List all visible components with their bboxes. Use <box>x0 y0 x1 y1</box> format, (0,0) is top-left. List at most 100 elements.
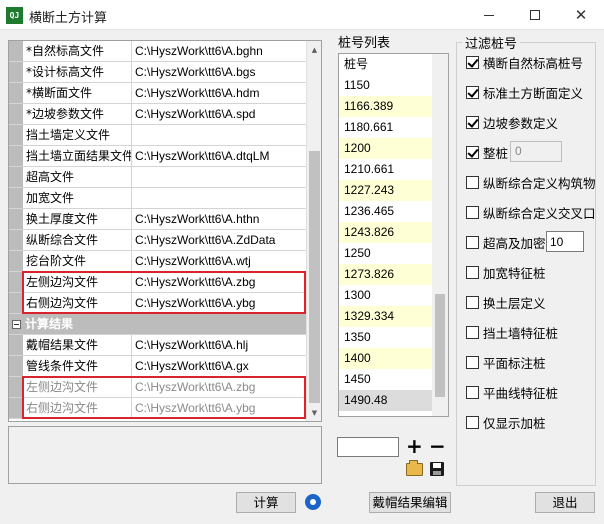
scroll-thumb[interactable] <box>309 151 320 403</box>
filter-option[interactable]: 横断自然标高桩号 <box>466 53 583 71</box>
filter-option[interactable]: 超高及加密 <box>466 233 546 251</box>
station-item[interactable]: 1490.48 <box>339 390 432 411</box>
station-item[interactable]: 1166.389 <box>339 96 432 117</box>
scroll-up-icon[interactable]: ▲ <box>307 41 321 58</box>
checkbox[interactable] <box>466 355 479 369</box>
collapse-icon[interactable] <box>12 320 21 329</box>
scroll-down-icon[interactable]: ▼ <box>307 404 321 421</box>
filter-option[interactable]: 整桩 <box>466 143 508 161</box>
station-input[interactable] <box>337 437 399 457</box>
open-folder-icon[interactable] <box>406 460 423 476</box>
property-value[interactable]: C:\HyszWork\tt6\A.ybg <box>132 398 306 418</box>
station-item[interactable]: 1300 <box>339 285 432 306</box>
filter-option[interactable]: 挡土墙特征桩 <box>466 323 558 341</box>
category-row-results[interactable]: 计算结果 <box>9 314 306 335</box>
station-item[interactable]: 1200 <box>339 138 432 159</box>
property-value[interactable]: C:\HyszWork\tt6\A.gx <box>132 356 306 376</box>
grid-scrollbar[interactable]: ▲ ▼ <box>306 41 321 421</box>
property-row[interactable]: 纵断综合文件 C:\HyszWork\tt6\A.ZdData <box>9 230 306 251</box>
station-item[interactable]: 1210.661 <box>339 159 432 180</box>
property-row[interactable]: *自然标高文件 C:\HyszWork\tt6\A.bghn <box>9 41 306 62</box>
filter-option[interactable]: 仅显示加桩 <box>466 413 546 431</box>
filter-option[interactable]: 标准土方断面定义 <box>466 83 583 101</box>
checkbox[interactable] <box>466 55 479 69</box>
property-row[interactable]: 加宽文件 <box>9 188 306 209</box>
exit-button[interactable]: 退出 <box>535 492 595 513</box>
property-row[interactable]: *边坡参数文件 C:\HyszWork\tt6\A.spd <box>9 104 306 125</box>
property-value[interactable] <box>132 167 306 187</box>
property-value[interactable]: C:\HyszWork\tt6\A.ybg <box>132 293 306 313</box>
property-value[interactable]: C:\HyszWork\tt6\A.hthn <box>132 209 306 229</box>
property-row[interactable]: 右侧边沟文件 C:\HyszWork\tt6\A.ybg <box>9 398 306 419</box>
property-row[interactable]: 超高文件 <box>9 167 306 188</box>
property-row[interactable]: 挖台阶文件 C:\HyszWork\tt6\A.wtj <box>9 251 306 272</box>
station-list[interactable]: 桩号 1150 1166.389 1180.661 1200 1210.661 1227.2… <box>338 53 449 417</box>
property-value[interactable]: C:\HyszWork\tt6\A.ZdData <box>132 230 306 250</box>
filter-option[interactable]: 平曲线特征桩 <box>466 383 558 401</box>
property-value[interactable] <box>132 125 306 145</box>
property-value[interactable]: C:\HyszWork\tt6\A.hdm <box>132 83 306 103</box>
property-value[interactable]: C:\HyszWork\tt6\A.bghn <box>132 41 306 61</box>
station-item[interactable]: 1243.826 <box>339 222 432 243</box>
property-row[interactable]: 左侧边沟文件 C:\HyszWork\tt6\A.zbg <box>9 377 306 398</box>
checkbox[interactable] <box>466 115 479 129</box>
checkbox[interactable] <box>466 265 479 279</box>
filter-option[interactable]: 加宽特征桩 <box>466 263 546 281</box>
filter-option[interactable]: 边坡参数定义 <box>466 113 558 131</box>
property-value[interactable]: C:\HyszWork\tt6\A.zbg <box>132 377 306 397</box>
station-item[interactable]: 1180.661 <box>339 117 432 138</box>
station-item[interactable]: 1450 <box>339 369 432 390</box>
property-value[interactable]: C:\HyszWork\tt6\A.bgs <box>132 62 306 82</box>
station-item[interactable]: 1400 <box>339 348 432 369</box>
station-item[interactable]: 1350 <box>339 327 432 348</box>
checkbox[interactable] <box>466 325 479 339</box>
property-row[interactable]: 右侧边沟文件 C:\HyszWork\tt6\A.ybg <box>9 293 306 314</box>
property-row[interactable]: 管线条件文件 C:\HyszWork\tt6\A.gx <box>9 356 306 377</box>
checkbox[interactable] <box>466 205 479 219</box>
property-name: 超高文件 <box>23 167 132 187</box>
minimize-button[interactable] <box>466 0 512 30</box>
property-row[interactable]: *横断面文件 C:\HyszWork\tt6\A.hdm <box>9 83 306 104</box>
property-value[interactable]: C:\HyszWork\tt6\A.hlj <box>132 335 306 355</box>
station-item[interactable]: 1236.465 <box>339 201 432 222</box>
add-station-icon[interactable]: + <box>406 436 423 457</box>
property-row[interactable]: 挡土墙立面结果文件 C:\HyszWork\tt6\A.dtqLM <box>9 146 306 167</box>
property-row[interactable]: 左侧边沟文件 C:\HyszWork\tt6\A.zbg <box>9 272 306 293</box>
settings-gear-icon[interactable] <box>305 494 321 510</box>
property-value[interactable]: C:\HyszWork\tt6\A.dtqLM <box>132 146 306 166</box>
station-item[interactable]: 1250 <box>339 243 432 264</box>
checkbox[interactable] <box>466 85 479 99</box>
station-scroll-thumb[interactable] <box>435 294 445 397</box>
property-row[interactable]: 换土厚度文件 C:\HyszWork\tt6\A.hthn <box>9 209 306 230</box>
station-item[interactable]: 1273.826 <box>339 264 432 285</box>
checkbox[interactable] <box>466 385 479 399</box>
property-row[interactable]: 挡土墙定义文件 <box>9 125 306 146</box>
station-item[interactable]: 1227.243 <box>339 180 432 201</box>
property-value[interactable]: C:\HyszWork\tt6\A.spd <box>132 104 306 124</box>
property-value[interactable] <box>132 188 306 208</box>
cap-result-edit-button[interactable]: 戴帽结果编辑 <box>369 492 451 513</box>
station-scrollbar[interactable] <box>432 54 448 416</box>
calculate-button[interactable]: 计算 <box>236 492 296 513</box>
checkbox[interactable] <box>466 175 479 189</box>
property-row[interactable]: *设计标高文件 C:\HyszWork\tt6\A.bgs <box>9 62 306 83</box>
filter-option[interactable]: 换土层定义 <box>466 293 546 311</box>
close-button[interactable]: ✕ <box>558 0 604 30</box>
save-icon[interactable] <box>430 462 444 476</box>
property-value[interactable]: C:\HyszWork\tt6\A.wtj <box>132 251 306 271</box>
filter-option[interactable]: 纵断综合定义交叉口 <box>466 203 596 221</box>
property-row[interactable]: 戴帽结果文件 C:\HyszWork\tt6\A.hlj <box>9 335 306 356</box>
checkbox[interactable] <box>466 295 479 309</box>
station-item[interactable]: 1329.334 <box>339 306 432 327</box>
checkbox[interactable] <box>466 145 479 159</box>
station-item[interactable]: 1150 <box>339 75 432 96</box>
maximize-button[interactable] <box>512 0 558 30</box>
remove-station-icon[interactable]: − <box>429 436 446 457</box>
superelevation-density-input[interactable] <box>546 231 584 252</box>
filter-option[interactable]: 平面标注桩 <box>466 353 546 371</box>
whole-station-interval-input[interactable]: 0 <box>510 141 562 162</box>
filter-option[interactable]: 纵断综合定义构筑物 <box>466 173 596 191</box>
checkbox[interactable] <box>466 235 479 249</box>
property-value[interactable]: C:\HyszWork\tt6\A.zbg <box>132 272 306 292</box>
checkbox[interactable] <box>466 415 479 429</box>
